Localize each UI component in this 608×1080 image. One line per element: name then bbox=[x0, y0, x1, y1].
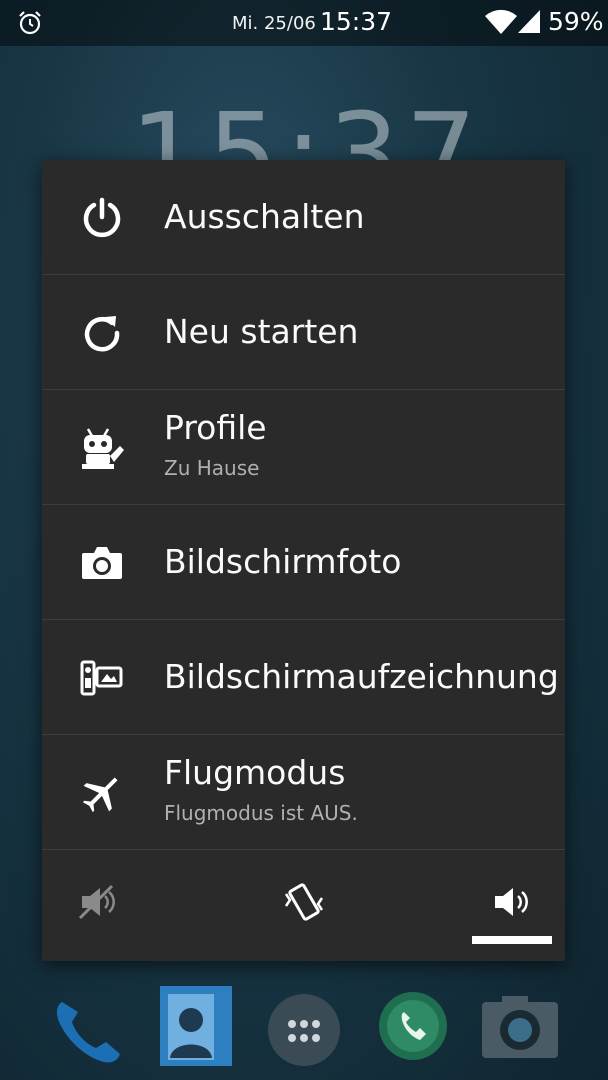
app-drawer-icon[interactable] bbox=[266, 992, 342, 1068]
screen-record-icon bbox=[80, 660, 123, 696]
camera-icon bbox=[82, 547, 122, 579]
menu-item-screen-record[interactable]: Bildschirmaufzeichnung bbox=[42, 620, 565, 735]
menu-item-restart[interactable]: Neu starten bbox=[42, 275, 565, 390]
whatsapp-icon[interactable] bbox=[374, 986, 452, 1070]
menu-item-subtitle: Zu Hause bbox=[164, 456, 260, 480]
sound-muted-icon[interactable] bbox=[78, 880, 122, 924]
menu-item-subtitle: Flugmodus ist AUS. bbox=[164, 801, 358, 825]
airplane-icon bbox=[82, 777, 118, 813]
menu-item-title: Neu starten bbox=[164, 312, 359, 351]
status-time: 15:37 bbox=[320, 7, 393, 36]
battery-percent: 59% bbox=[548, 7, 604, 36]
camera-app-icon[interactable] bbox=[480, 994, 560, 1060]
status-date: Mi. 25/06 bbox=[232, 13, 316, 34]
phone-icon[interactable] bbox=[48, 990, 128, 1070]
menu-item-title: Ausschalten bbox=[164, 197, 365, 236]
menu-item-power-off[interactable]: Ausschalten bbox=[42, 160, 565, 275]
signal-icon bbox=[518, 10, 540, 33]
menu-item-title: Bildschirmaufzeichnung bbox=[164, 657, 559, 696]
restart-icon bbox=[84, 316, 120, 352]
menu-item-title: Bildschirmfoto bbox=[164, 542, 402, 581]
dock bbox=[0, 980, 608, 1080]
alarm-icon bbox=[19, 11, 41, 35]
power-menu-dialog: Ausschalten Neu starten Profile Zu Hause bbox=[42, 160, 565, 961]
vibrate-icon[interactable] bbox=[282, 880, 326, 924]
menu-item-title: Profile bbox=[164, 408, 267, 447]
sound-on-icon[interactable] bbox=[491, 880, 535, 924]
selected-sound-indicator bbox=[472, 936, 552, 944]
power-icon bbox=[83, 197, 121, 238]
menu-item-airplane-mode[interactable]: Flugmodus Flugmodus ist AUS. bbox=[42, 735, 565, 850]
wifi-icon bbox=[485, 9, 517, 35]
contacts-icon[interactable] bbox=[158, 984, 236, 1068]
status-bar: Mi. 25/06 15:37 59% bbox=[0, 0, 608, 46]
menu-item-profile[interactable]: Profile Zu Hause bbox=[42, 390, 565, 505]
menu-item-title: Flugmodus bbox=[164, 753, 346, 792]
menu-item-screenshot[interactable]: Bildschirmfoto bbox=[42, 505, 565, 620]
sound-mode-selector bbox=[42, 854, 565, 961]
cyanogen-mascot-icon bbox=[82, 428, 124, 469]
